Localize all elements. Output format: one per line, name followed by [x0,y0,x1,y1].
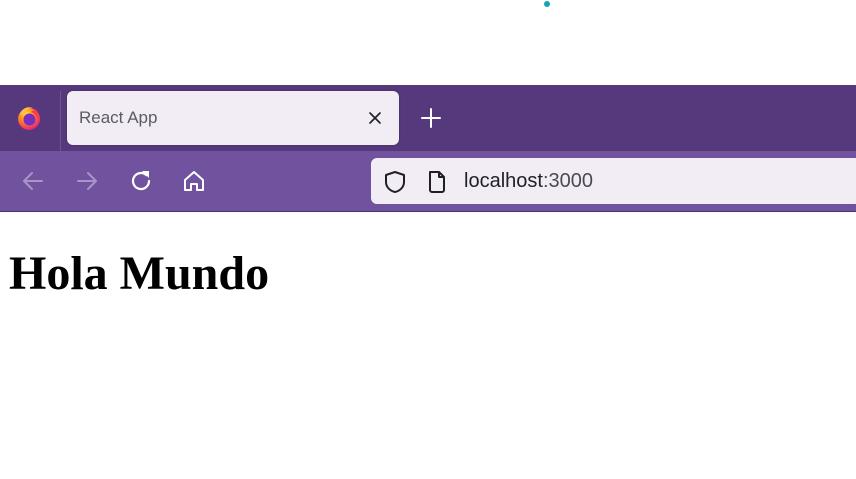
firefox-logo-icon[interactable] [0,85,58,151]
home-button[interactable] [180,167,208,195]
tab-divider [60,91,61,151]
url-port: :3000 [542,170,593,192]
tab-title: React App [79,108,158,127]
close-icon[interactable] [365,108,385,128]
reload-button[interactable] [127,167,155,195]
url-bar[interactable]: localhost:3000 [371,158,856,204]
tab-react-app[interactable]: React App [67,91,399,145]
plus-icon [421,108,441,128]
page-icon[interactable] [425,170,449,194]
shield-icon[interactable] [383,170,407,194]
arrow-right-icon [77,172,97,190]
arrow-left-icon [23,172,43,190]
new-tab-button[interactable] [418,105,444,131]
back-button[interactable] [19,167,47,195]
forward-button[interactable] [73,167,101,195]
status-dot [544,1,550,7]
navigation-toolbar: localhost:3000 [0,151,856,212]
home-icon [184,171,204,191]
page-heading: Hola Mundo [9,247,270,300]
tab-strip: React App [0,85,856,151]
url-text[interactable]: localhost:3000 [464,158,593,204]
url-host: localhost [464,170,543,192]
reload-icon [131,171,151,191]
